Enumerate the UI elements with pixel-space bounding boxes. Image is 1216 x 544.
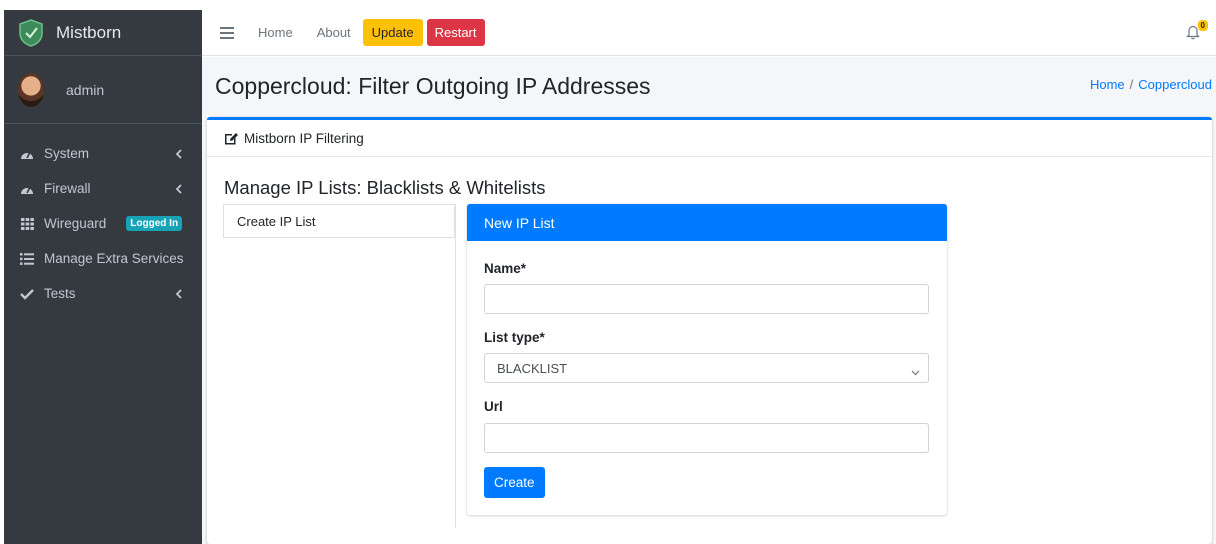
list-type-select[interactable]: BLACKLIST xyxy=(484,353,929,383)
url-input[interactable] xyxy=(484,423,929,453)
sidebar-item-wireguard[interactable]: Wireguard Logged In xyxy=(4,206,202,241)
breadcrumb-separator: / xyxy=(1129,77,1134,92)
section-title: Manage IP Lists: Blacklists & Whitelists xyxy=(224,177,546,198)
sidebar-nav: System Firewall Wireguard Logged In Mana… xyxy=(4,124,202,311)
sidebar-item-label: System xyxy=(44,146,90,161)
name-label: Name* xyxy=(484,261,527,276)
logged-in-badge: Logged In xyxy=(126,216,183,231)
top-navbar: Home About Update Restart 0 xyxy=(202,10,1216,56)
notification-count-badge: 0 xyxy=(1197,20,1208,31)
ip-list-menu: Create IP List xyxy=(223,204,456,528)
user-name: admin xyxy=(66,81,105,98)
sidebar: Mistborn admin System Firewall Wireguard… xyxy=(4,10,202,544)
sidebar-item-system[interactable]: System xyxy=(4,136,202,171)
sidebar-item-label: Firewall xyxy=(44,181,91,196)
hamburger-menu-icon[interactable] xyxy=(220,26,234,39)
list-icon xyxy=(20,252,34,265)
edit-icon xyxy=(224,132,239,145)
chevron-left-icon xyxy=(175,147,182,162)
avatar xyxy=(18,72,44,107)
sidebar-item-tests[interactable]: Tests xyxy=(4,276,202,311)
breadcrumb-home[interactable]: Home xyxy=(1090,77,1125,92)
new-ip-list-form: New IP List Name* List type* BLACKLIST U… xyxy=(467,204,947,515)
user-panel[interactable]: admin xyxy=(4,56,202,124)
brand-link[interactable]: Mistborn xyxy=(4,10,202,56)
update-button[interactable]: Update xyxy=(362,19,423,46)
card-header: Mistborn IP Filtering xyxy=(207,120,1212,157)
chevron-down-icon xyxy=(911,364,920,379)
sidebar-item-firewall[interactable]: Firewall xyxy=(4,171,202,206)
dashboard-icon xyxy=(20,148,34,160)
breadcrumb-current: Coppercloud xyxy=(1138,77,1212,92)
chevron-left-icon xyxy=(175,182,182,197)
form-title: New IP List xyxy=(467,204,947,241)
list-type-label: List type* xyxy=(484,330,545,345)
name-input[interactable] xyxy=(484,284,929,314)
url-label: Url xyxy=(484,399,503,414)
dashboard-icon xyxy=(20,183,34,195)
page-title: Coppercloud: Filter Outgoing IP Addresse… xyxy=(215,73,651,99)
sidebar-item-manage-extra-services[interactable]: Manage Extra Services xyxy=(4,241,202,276)
list-type-value: BLACKLIST xyxy=(497,360,568,376)
create-button[interactable]: Create xyxy=(484,467,545,498)
content-area: Coppercloud: Filter Outgoing IP Addresse… xyxy=(202,57,1216,544)
grid-icon xyxy=(20,217,34,230)
nav-link-about[interactable]: About xyxy=(317,25,351,40)
brand-name: Mistborn xyxy=(56,22,122,42)
chevron-left-icon xyxy=(175,287,182,302)
sidebar-item-label: Manage Extra Services xyxy=(44,251,184,266)
card-header-title: Mistborn IP Filtering xyxy=(244,130,364,146)
sidebar-item-label: Wireguard xyxy=(44,216,107,231)
restart-button[interactable]: Restart xyxy=(426,19,485,46)
nav-link-home[interactable]: Home xyxy=(258,25,293,40)
sidebar-item-label: Tests xyxy=(44,286,76,301)
breadcrumb: Home / Coppercloud xyxy=(1090,77,1212,92)
notifications-button[interactable]: 0 xyxy=(1186,20,1208,42)
shield-logo-icon xyxy=(16,18,46,48)
list-item-create-ip-list[interactable]: Create IP List xyxy=(223,204,455,238)
check-icon xyxy=(20,288,34,300)
ip-filtering-card: Mistborn IP Filtering Manage IP Lists: B… xyxy=(207,117,1212,544)
